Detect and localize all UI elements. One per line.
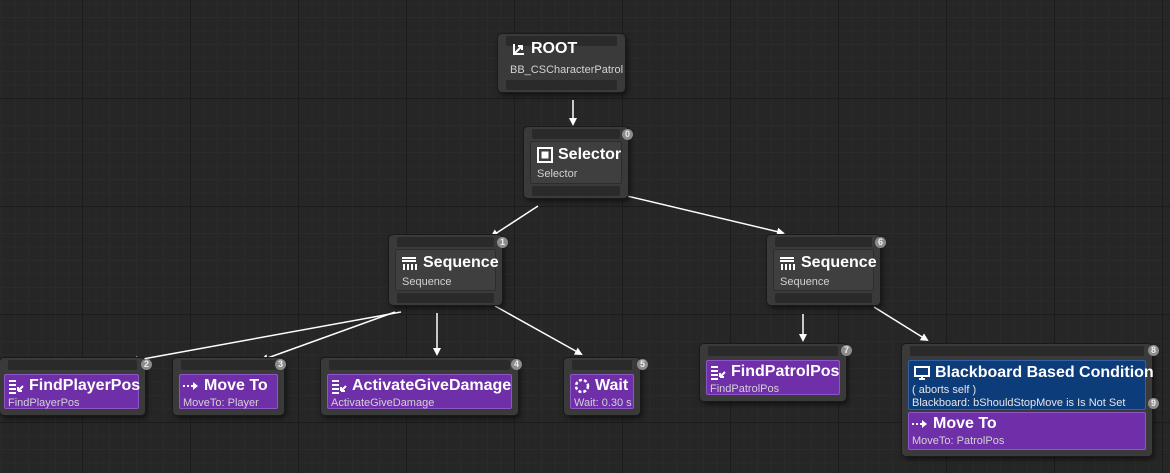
node-pin-bottom[interactable] <box>775 293 872 303</box>
execution-index-badge: 3 <box>275 359 286 370</box>
execution-index-badge: 6 <box>875 237 886 248</box>
wire-selector-seq-right <box>626 195 785 236</box>
node-pin-top[interactable] <box>572 360 632 370</box>
node-pin-top[interactable] <box>8 360 137 370</box>
move-arrow-icon <box>912 420 927 428</box>
monitor-icon <box>914 366 930 380</box>
node-pin-top[interactable] <box>397 237 494 247</box>
node-pin-top[interactable] <box>775 237 872 247</box>
task-node-wait[interactable]: Wait Wait: 0.30 s 5 <box>564 358 648 415</box>
node-body: Wait Wait: 0.30 s <box>570 374 634 409</box>
node-body: Move To MoveTo: PatrolPos <box>908 412 1146 450</box>
decorator-condition-text: Blackboard: bShouldStopMove is Is Not Se… <box>912 397 1126 409</box>
node-title: Sequence <box>423 254 499 271</box>
decorator-title: Blackboard Based Condition <box>935 364 1154 381</box>
execution-index-badge: 4 <box>511 359 522 370</box>
node-subtitle: BB_CSCharacterPatrol <box>510 64 624 76</box>
node-body: FindPatrolPos FindPatrolPos <box>706 360 840 395</box>
task-node-activate-give-damage[interactable]: ActivateGiveDamage ActivateGiveDamage 4 <box>321 358 522 415</box>
node-title: ActivateGiveDamage <box>352 377 512 394</box>
node-subtitle: FindPlayerPos <box>8 397 80 409</box>
move-arrow-icon <box>183 382 198 390</box>
node-title: FindPatrolPos <box>731 363 840 380</box>
decorator-abort-mode: ( aborts self ) <box>912 384 977 396</box>
node-body: Sequence Sequence <box>395 249 499 291</box>
wire-seq-wait <box>494 305 583 355</box>
node-title: Sequence <box>801 254 877 271</box>
task-node-move-to-player[interactable]: Move To MoveTo: Player 3 <box>173 358 286 415</box>
sequence-icon <box>402 257 417 270</box>
task-node-find-patrol-pos[interactable]: FindPatrolPos FindPatrolPos 7 <box>700 344 852 401</box>
node-pin-top[interactable] <box>708 346 838 356</box>
execution-index-badge: 9 <box>1148 398 1159 409</box>
execution-index-badge: 2 <box>141 359 152 370</box>
wire-seq-moveto-patrol <box>873 306 929 342</box>
execution-index-badge: 1 <box>497 237 508 248</box>
node-subtitle: Selector <box>537 168 578 180</box>
execution-index-badge: 0 <box>622 129 633 140</box>
sequence-icon <box>780 257 795 270</box>
node-title: Move To <box>204 377 268 394</box>
decorator-blackboard-condition[interactable]: Blackboard Based Condition ( aborts self… <box>908 360 1154 410</box>
execution-index-badge: 7 <box>841 345 852 356</box>
node-pin-top[interactable] <box>532 129 620 139</box>
node-title: FindPlayerPos <box>29 377 141 394</box>
node-title: Selector <box>558 146 622 163</box>
selector-node[interactable]: Selector Selector 0 <box>524 127 633 198</box>
node-subtitle: Sequence <box>402 276 452 288</box>
node-body: Selector Selector <box>530 141 622 184</box>
node-title: Move To <box>933 415 997 432</box>
wait-dotted-circle-icon <box>574 378 590 394</box>
node-pin-bottom[interactable] <box>397 293 494 303</box>
node-subtitle: FindPatrolPos <box>710 383 780 395</box>
selector-icon <box>537 147 553 163</box>
node-pin-bottom[interactable] <box>532 186 620 196</box>
root-arrow-icon <box>513 44 524 55</box>
node-title: ROOT <box>531 40 578 57</box>
sequence-node-right[interactable]: Sequence Sequence 6 <box>767 235 886 305</box>
node-pin-top[interactable] <box>181 360 276 370</box>
node-subtitle: MoveTo: Player <box>183 397 259 409</box>
node-pin-top[interactable] <box>910 346 1144 356</box>
task-list-icon <box>711 366 726 380</box>
node-body: Sequence Sequence <box>773 249 877 291</box>
wire-seq-findplayer <box>130 311 402 364</box>
node-title: Wait <box>595 377 629 394</box>
execution-index-badge: 5 <box>637 359 648 370</box>
node-subtitle: Sequence <box>780 276 830 288</box>
decorator-body: Blackboard Based Condition ( aborts self… <box>908 360 1154 410</box>
node-subtitle: Wait: 0.30 s <box>574 397 632 409</box>
node-body: FindPlayerPos FindPlayerPos <box>4 374 141 409</box>
node-pin-bottom[interactable] <box>506 80 617 90</box>
root-node[interactable]: ROOT BB_CSCharacterPatrol <box>498 34 625 92</box>
node-subtitle: ActivateGiveDamage <box>331 397 435 409</box>
sequence-node-left[interactable]: Sequence Sequence 1 <box>389 235 508 305</box>
wire-seq-moveto <box>260 311 396 362</box>
task-node-find-player-pos[interactable]: FindPlayerPos FindPlayerPos 2 <box>0 358 152 415</box>
node-subtitle: MoveTo: PatrolPos <box>912 435 1005 447</box>
task-list-icon <box>332 380 347 394</box>
node-body: ActivateGiveDamage ActivateGiveDamage <box>327 374 512 409</box>
node-pin-top[interactable] <box>329 360 510 370</box>
node-body: Move To MoveTo: Player <box>179 374 278 409</box>
task-node-move-to-patrol[interactable]: Blackboard Based Condition ( aborts self… <box>902 344 1159 456</box>
task-list-icon <box>9 380 24 394</box>
wire-selector-seq-left <box>490 205 539 238</box>
decorator-index-badge: 8 <box>1148 345 1159 356</box>
task-move-to-patrol[interactable]: Move To MoveTo: PatrolPos <box>908 412 1146 450</box>
